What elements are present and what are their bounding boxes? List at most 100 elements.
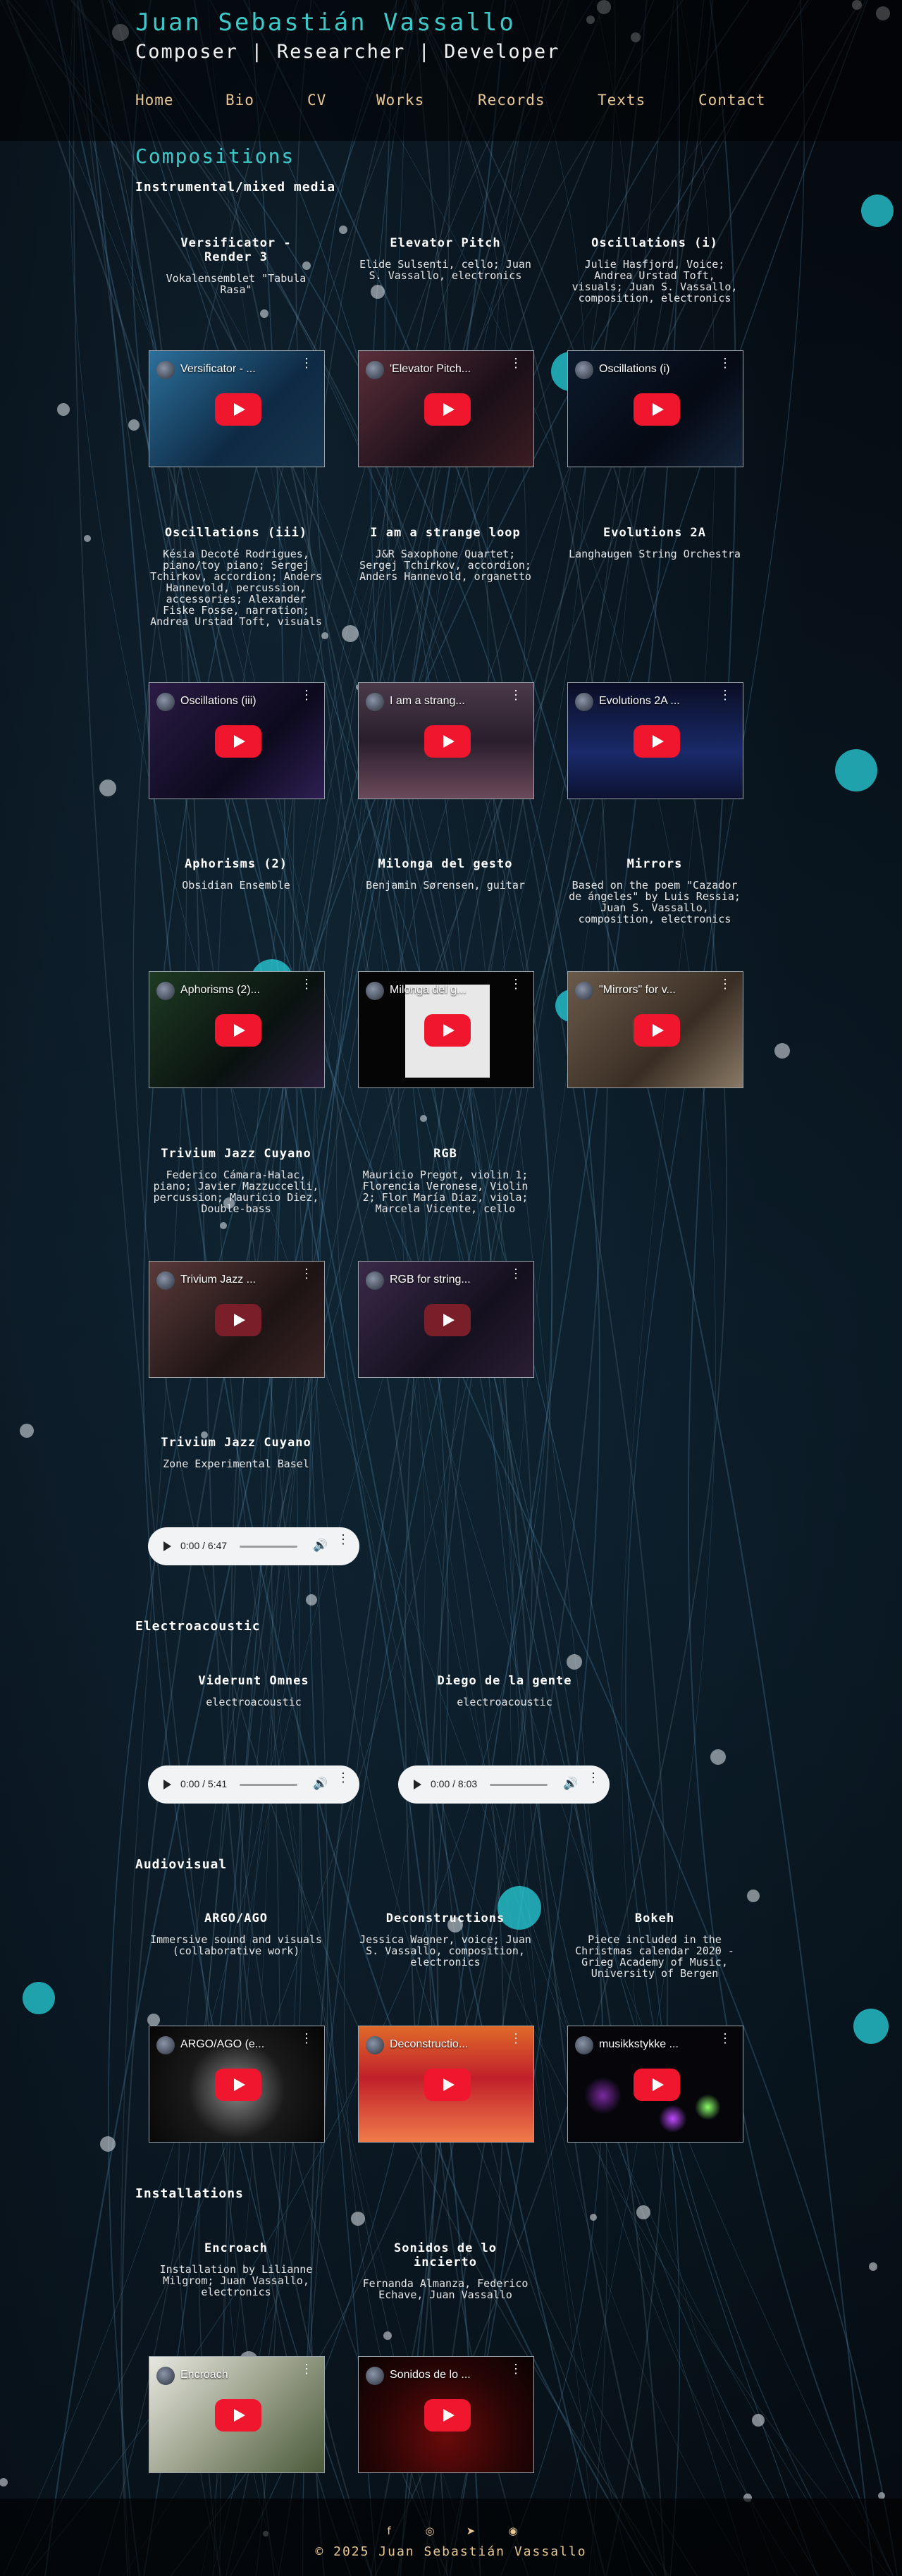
work-description: Késia Decoté Rodrigues, piano/toy piano;… xyxy=(150,548,322,628)
work-sonidos-de-lo-incierto: Sonidos de lo incierto Fernanda Almanza,… xyxy=(350,2241,540,2300)
audio-progress-slider[interactable] xyxy=(490,1784,548,1786)
more-options-icon[interactable]: ⋮ xyxy=(300,689,313,707)
channel-avatar xyxy=(366,361,384,379)
nav-contact[interactable]: Contact xyxy=(698,92,766,109)
more-options-icon[interactable]: ⋮ xyxy=(719,978,731,996)
play-button[interactable] xyxy=(424,725,471,758)
video-embed-milonga[interactable]: Milonga del g... ⋮ xyxy=(358,971,534,1088)
play-button[interactable] xyxy=(424,1304,471,1336)
site-tagline: Composer | Researcher | Developer xyxy=(135,41,560,63)
play-button[interactable] xyxy=(215,393,261,426)
work-bokeh: Bokeh Piece included in the Christmas ca… xyxy=(560,1911,750,1979)
audio-player-diego[interactable]: 0:00 / 8:03 🔊 ⋮ xyxy=(398,1765,610,1804)
more-options-icon[interactable]: ⋮ xyxy=(509,1267,522,1286)
play-icon[interactable] xyxy=(414,1780,421,1789)
video-embed-strange-loop[interactable]: I am a strang... ⋮ xyxy=(358,682,534,799)
audio-progress-slider[interactable] xyxy=(240,1784,297,1786)
play-button[interactable] xyxy=(634,1014,680,1047)
video-embed-deconstructions[interactable]: Deconstructio... ⋮ xyxy=(358,2026,534,2143)
channel-avatar xyxy=(366,1271,384,1290)
work-title: Evolutions 2A xyxy=(603,526,707,540)
work-diego-de-la-gente: Diego de la gente electroacoustic xyxy=(409,1674,600,1708)
video-embed-rgb[interactable]: RGB for string... ⋮ xyxy=(358,1261,534,1378)
nav-cv[interactable]: CV xyxy=(307,92,326,109)
play-button[interactable] xyxy=(215,1304,261,1336)
category-electroacoustic: Electroacoustic xyxy=(135,1619,261,1634)
play-button[interactable] xyxy=(215,2399,261,2432)
more-options-icon[interactable]: ⋮ xyxy=(719,2032,731,2050)
work-description: Langhaugen String Orchestra xyxy=(569,548,741,560)
work-title: Trivium Jazz Cuyano xyxy=(161,1147,311,1161)
video-embed-mirrors[interactable]: "Mirrors" for v... ⋮ xyxy=(567,971,743,1088)
volume-icon[interactable]: 🔊 xyxy=(313,1777,328,1791)
video-embed-sonidos[interactable]: Sonidos de lo ... ⋮ xyxy=(358,2356,534,2473)
more-options-icon[interactable]: ⋮ xyxy=(587,1771,600,1784)
video-embed-evolutions-2a[interactable]: Evolutions 2A ... ⋮ xyxy=(567,682,743,799)
more-options-icon[interactable]: ⋮ xyxy=(300,978,313,996)
audio-player-viderunt[interactable]: 0:00 / 5:41 🔊 ⋮ xyxy=(148,1765,359,1804)
play-button[interactable] xyxy=(634,393,680,426)
play-button[interactable] xyxy=(215,2069,261,2101)
video-embed-encroach[interactable]: Encroach ⋮ xyxy=(149,2356,325,2473)
nav-works[interactable]: Works xyxy=(376,92,424,109)
video-embed-oscillations-i[interactable]: Oscillations (i) ⋮ xyxy=(567,350,743,467)
work-argo-ago: ARGO/AGO Immersive sound and visuals (co… xyxy=(141,1911,331,1956)
audio-player-trivium[interactable]: 0:00 / 6:47 🔊 ⋮ xyxy=(148,1527,359,1565)
nav-bio[interactable]: Bio xyxy=(226,92,254,109)
work-description: Elide Sulsenti, cello; Juan S. Vassallo,… xyxy=(359,258,531,282)
play-button[interactable] xyxy=(215,1014,261,1047)
nav-records[interactable]: Records xyxy=(478,92,545,109)
play-button[interactable] xyxy=(424,1014,471,1047)
play-button[interactable] xyxy=(215,725,261,758)
instagram-icon[interactable]: ◎ xyxy=(421,2525,438,2541)
play-button[interactable] xyxy=(424,2069,471,2101)
more-options-icon[interactable]: ⋮ xyxy=(300,2032,313,2050)
more-options-icon[interactable]: ⋮ xyxy=(300,2362,313,2381)
video-title: Milonga del g... xyxy=(390,984,467,996)
work-title: Versificator - Render 3 xyxy=(180,236,292,264)
work-aphorisms: Aphorisms (2) Obsidian Ensemble xyxy=(141,857,331,891)
more-options-icon[interactable]: ⋮ xyxy=(719,689,731,707)
link-icon[interactable]: ◉ xyxy=(505,2525,521,2541)
play-button[interactable] xyxy=(424,393,471,426)
play-button[interactable] xyxy=(634,2069,680,2101)
section-title-compositions: Compositions xyxy=(135,144,295,168)
nav-texts[interactable]: Texts xyxy=(598,92,645,109)
channel-avatar xyxy=(156,982,175,1000)
more-options-icon[interactable]: ⋮ xyxy=(337,1533,350,1546)
work-rgb: RGB Mauricio Pregot, violin 1; Florencia… xyxy=(350,1147,540,1214)
nav-home[interactable]: Home xyxy=(135,92,174,109)
work-trivium-jazz: Trivium Jazz Cuyano Federico Cámara-Hala… xyxy=(141,1147,331,1214)
more-options-icon[interactable]: ⋮ xyxy=(337,1771,350,1784)
facebook-icon[interactable]: f xyxy=(381,2525,397,2541)
more-options-icon[interactable]: ⋮ xyxy=(300,1267,313,1286)
twitter-icon[interactable]: ➤ xyxy=(462,2525,479,2541)
play-icon[interactable] xyxy=(163,1541,171,1551)
video-embed-versificator[interactable]: Versificator - ... ⋮ xyxy=(149,350,325,467)
more-options-icon[interactable]: ⋮ xyxy=(509,357,522,375)
video-embed-argo-ago[interactable]: ARGO/AGO (e... ⋮ xyxy=(149,2026,325,2143)
video-embed-trivium-jazz[interactable]: Trivium Jazz ... ⋮ xyxy=(149,1261,325,1378)
audio-progress-slider[interactable] xyxy=(240,1546,297,1548)
play-button[interactable] xyxy=(634,725,680,758)
play-icon[interactable] xyxy=(163,1780,171,1789)
more-options-icon[interactable]: ⋮ xyxy=(509,689,522,707)
more-options-icon[interactable]: ⋮ xyxy=(509,978,522,996)
more-options-icon[interactable]: ⋮ xyxy=(300,357,313,375)
video-embed-aphorisms[interactable]: Aphorisms (2)... ⋮ xyxy=(149,971,325,1088)
work-description: electroacoustic xyxy=(206,1696,302,1708)
video-title: Aphorisms (2)... xyxy=(180,984,260,996)
volume-icon[interactable]: 🔊 xyxy=(563,1777,578,1791)
work-title: Oscillations (iii) xyxy=(164,526,308,540)
category-instrumental: Instrumental/mixed media xyxy=(135,180,336,195)
video-embed-bokeh[interactable]: musikkstykke ... ⋮ xyxy=(567,2026,743,2143)
site-title[interactable]: Juan Sebastián Vassallo xyxy=(135,8,516,37)
video-embed-elevator-pitch[interactable]: 'Elevator Pitch... ⋮ xyxy=(358,350,534,467)
volume-icon[interactable]: 🔊 xyxy=(313,1539,328,1553)
more-options-icon[interactable]: ⋮ xyxy=(509,2032,522,2050)
more-options-icon[interactable]: ⋮ xyxy=(719,357,731,375)
work-title: Trivium Jazz Cuyano xyxy=(161,1436,311,1450)
play-button[interactable] xyxy=(424,2399,471,2432)
more-options-icon[interactable]: ⋮ xyxy=(509,2362,522,2381)
video-embed-oscillations-iii[interactable]: Oscillations (iii) ⋮ xyxy=(149,682,325,799)
